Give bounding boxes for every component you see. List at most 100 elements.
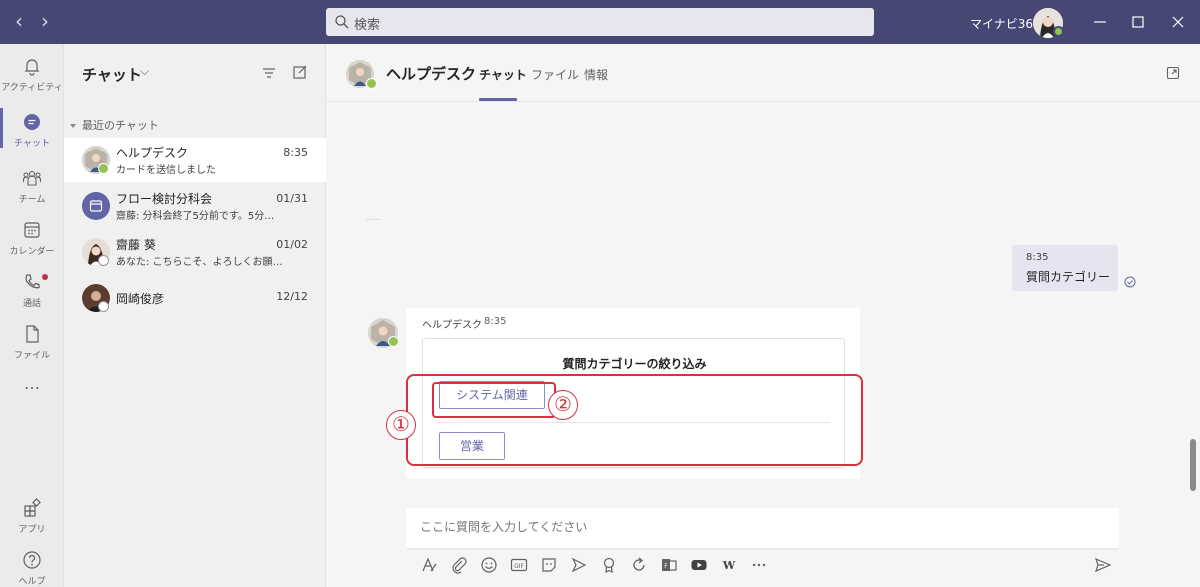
notification-dot bbox=[42, 274, 48, 280]
search-placeholder: 検索 bbox=[354, 18, 381, 33]
title-bar: ‹ › 検索 マイナビ365 bbox=[0, 0, 1200, 44]
chat-name: 齋藤 葵 bbox=[116, 238, 156, 252]
search-box[interactable]: 検索 bbox=[326, 8, 874, 36]
active-tab-indicator bbox=[479, 98, 517, 101]
rail-item-activity[interactable]: アクティビティ bbox=[0, 48, 64, 104]
sticker-icon[interactable] bbox=[540, 556, 558, 574]
meet-icon[interactable] bbox=[570, 556, 588, 574]
message-sender: ヘルプデスク bbox=[422, 320, 482, 331]
recent-chats-section[interactable]: 最近のチャット bbox=[68, 117, 159, 133]
rail-label: チーム bbox=[18, 195, 46, 205]
svg-text:F: F bbox=[664, 563, 668, 570]
popout-icon[interactable] bbox=[1166, 66, 1180, 80]
rail-label: チャット bbox=[14, 139, 50, 149]
chat-item-saito[interactable]: 齋藤 葵 あなた: こちらこそ、よろしくお願いします。 01/02 bbox=[64, 230, 326, 274]
rail-label: カレンダー bbox=[9, 247, 55, 257]
rail-label: ヘルプ bbox=[18, 577, 46, 587]
forward-arrow-icon[interactable]: › bbox=[34, 10, 56, 32]
chevron-down-icon[interactable]: ⌵ bbox=[140, 64, 149, 79]
file-icon bbox=[26, 325, 39, 343]
format-icon[interactable] bbox=[420, 556, 438, 574]
presence-status-icon bbox=[1053, 26, 1064, 37]
chat-item-flow-group[interactable]: フロー検討分科会 齋藤: 分科会終了5分前です。5分… 01/31 bbox=[64, 184, 326, 228]
section-label: 最近のチャット bbox=[82, 119, 159, 132]
chat-time: 01/31 bbox=[276, 192, 308, 205]
chat-icon bbox=[24, 114, 40, 130]
rail-item-teams[interactable]: チーム bbox=[0, 160, 64, 216]
chat-name: フロー検討分科会 bbox=[116, 192, 213, 206]
gif-icon[interactable]: GIF bbox=[510, 556, 528, 574]
rail-label: アクティビティ bbox=[1, 83, 63, 93]
chat-preview: 齋藤: 分科会終了5分前です。5分… bbox=[116, 211, 275, 222]
loop-icon[interactable] bbox=[630, 556, 648, 574]
calendar-icon bbox=[24, 222, 40, 238]
send-icon[interactable] bbox=[1094, 556, 1112, 574]
message-text: 質問カテゴリー bbox=[1026, 270, 1111, 284]
rail-item-calls[interactable]: 通話 bbox=[0, 264, 64, 320]
chat-name: 岡崎俊彦 bbox=[116, 292, 165, 306]
conversation-pane: ヘルプデスク チャット ファイル 情報 8:35 質問カテゴリー ヘルプデスク … bbox=[326, 44, 1200, 587]
maximize-icon[interactable] bbox=[1128, 12, 1148, 32]
attach-icon[interactable] bbox=[450, 556, 468, 574]
message-time: 8:35 bbox=[1026, 252, 1049, 263]
bell-icon bbox=[24, 59, 40, 76]
more-icon: … bbox=[24, 374, 40, 393]
divider bbox=[366, 219, 380, 220]
chat-list-title[interactable]: チャット bbox=[82, 64, 142, 85]
annotation-highlight bbox=[432, 382, 556, 418]
message-time: 8:35 bbox=[484, 316, 507, 327]
search-icon bbox=[335, 15, 349, 29]
emoji-icon[interactable] bbox=[480, 556, 498, 574]
presence-offline-icon bbox=[98, 255, 109, 266]
chat-preview: カードを送信しました bbox=[116, 165, 216, 176]
rail-label: ファイル bbox=[13, 351, 50, 361]
rail-item-calendar[interactable]: カレンダー bbox=[0, 212, 64, 268]
chat-time: 8:35 bbox=[283, 146, 308, 159]
conversation-header: ヘルプデスク チャット ファイル 情報 bbox=[326, 44, 1200, 102]
svg-text:GIF: GIF bbox=[514, 563, 524, 570]
rail-item-help[interactable]: ヘルプ bbox=[0, 542, 64, 587]
org-name[interactable]: マイナビ365 bbox=[970, 15, 1041, 32]
app-rail: アクティビティ チャット チーム カレンダー 通話 ファイル … アプリ ヘルプ bbox=[0, 44, 64, 587]
rail-item-apps[interactable]: アプリ bbox=[0, 490, 64, 546]
rail-more-button[interactable]: … bbox=[0, 370, 64, 400]
teams-icon bbox=[22, 170, 42, 186]
chat-item-okazaki[interactable]: 岡崎俊彦 12/12 bbox=[64, 276, 326, 320]
tab-chat[interactable]: チャット bbox=[479, 66, 527, 83]
chat-list-pane: チャット ⌵ 最近のチャット ヘルプデスク カードを送信しました 8:35 フロ… bbox=[64, 44, 326, 587]
svg-text:W: W bbox=[722, 559, 736, 572]
tab-files[interactable]: ファイル bbox=[531, 66, 579, 83]
annotation-number: ① bbox=[386, 410, 416, 440]
praise-icon[interactable] bbox=[600, 556, 618, 574]
forms-icon[interactable]: F bbox=[660, 556, 678, 574]
tab-info[interactable]: 情報 bbox=[584, 66, 608, 83]
presence-status-icon bbox=[366, 78, 377, 89]
presence-status-icon bbox=[388, 336, 399, 347]
youtube-icon[interactable] bbox=[690, 556, 708, 574]
message-input[interactable] bbox=[420, 520, 1100, 534]
presence-status-icon bbox=[98, 163, 109, 174]
rail-item-files[interactable]: ファイル bbox=[0, 316, 64, 372]
rail-item-chat[interactable]: チャット bbox=[0, 104, 64, 160]
sent-message[interactable]: 8:35 質問カテゴリー bbox=[1012, 245, 1118, 291]
avatar bbox=[82, 192, 110, 220]
wiki-icon[interactable]: W bbox=[720, 556, 738, 574]
annotation-number: ② bbox=[548, 390, 578, 420]
compose-box[interactable] bbox=[406, 508, 1119, 550]
minimize-icon[interactable] bbox=[1090, 12, 1110, 32]
conversation-title: ヘルプデスク bbox=[386, 65, 477, 83]
new-chat-icon[interactable] bbox=[292, 64, 308, 80]
more-icon[interactable] bbox=[750, 556, 768, 574]
close-icon[interactable] bbox=[1168, 12, 1188, 32]
presence-offline-icon bbox=[98, 301, 109, 312]
scrollbar-thumb[interactable] bbox=[1190, 439, 1196, 491]
chat-item-helpdesk[interactable]: ヘルプデスク カードを送信しました 8:35 bbox=[64, 138, 326, 182]
phone-icon bbox=[25, 274, 40, 289]
chat-preview: あなた: こちらこそ、よろしくお願いします。 bbox=[116, 257, 288, 268]
caret-down-icon bbox=[70, 123, 76, 128]
apps-icon bbox=[24, 498, 41, 517]
back-arrow-icon[interactable]: ‹ bbox=[8, 10, 30, 32]
filter-icon[interactable] bbox=[262, 66, 276, 80]
chat-time: 12/12 bbox=[276, 290, 308, 303]
rail-label: 通話 bbox=[22, 299, 41, 309]
